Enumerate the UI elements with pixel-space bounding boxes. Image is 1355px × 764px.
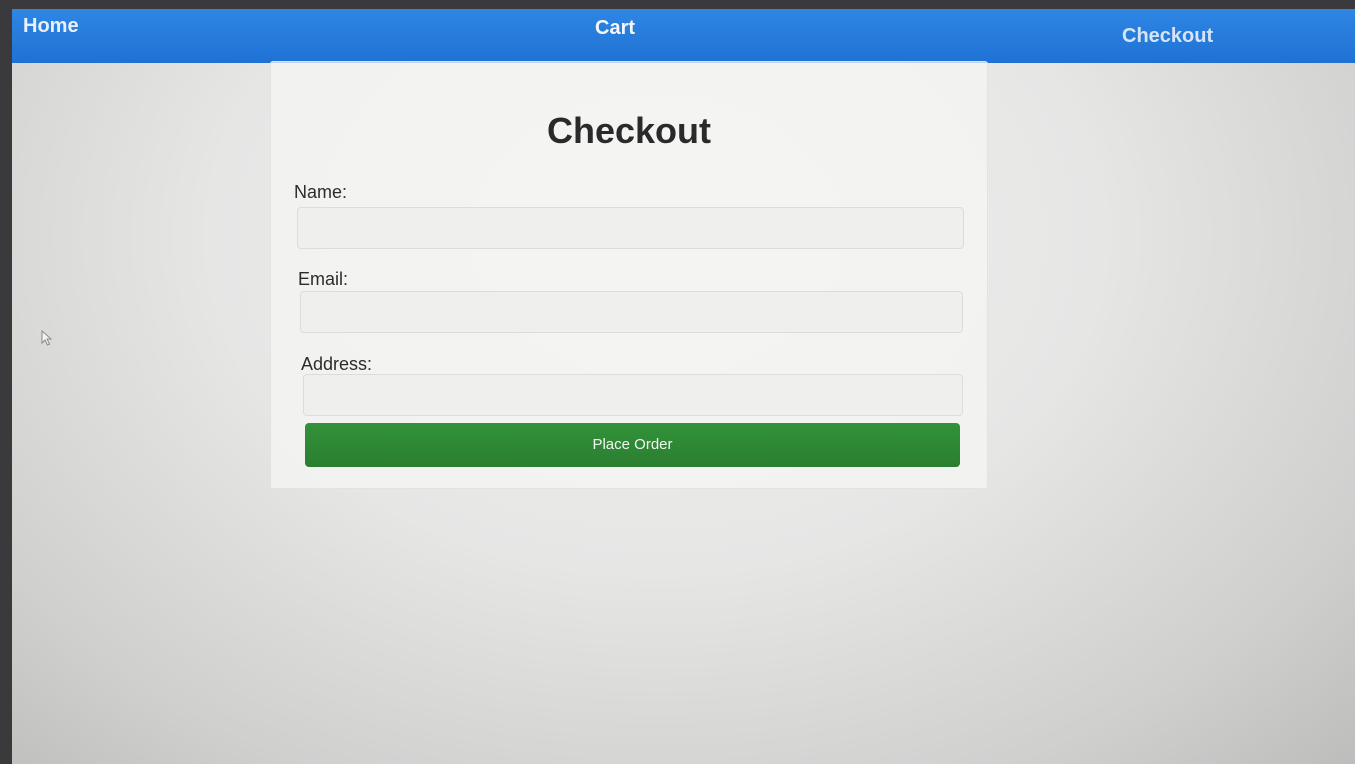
address-label: Address: — [301, 354, 373, 374]
checkout-form-card: Checkout Name: Email: Address: Place Ord… — [270, 61, 988, 489]
name-field[interactable] — [297, 207, 964, 249]
browser-viewport: Home Cart Checkout Checkout Name: Email:… — [12, 9, 1355, 764]
top-navbar: Home Cart Checkout — [12, 9, 1355, 63]
pointer-arrow-icon — [41, 330, 53, 346]
address-field[interactable] — [303, 374, 963, 416]
name-label: Name: — [294, 182, 348, 202]
page-title: Checkout — [546, 110, 712, 151]
place-order-button[interactable]: Place Order — [305, 423, 960, 467]
nav-link-checkout[interactable]: Checkout — [1122, 25, 1213, 48]
nav-link-cart[interactable]: Cart — [595, 17, 635, 40]
email-label: Email: — [298, 269, 349, 289]
nav-link-home[interactable]: Home — [23, 15, 79, 38]
email-field[interactable] — [300, 291, 963, 333]
